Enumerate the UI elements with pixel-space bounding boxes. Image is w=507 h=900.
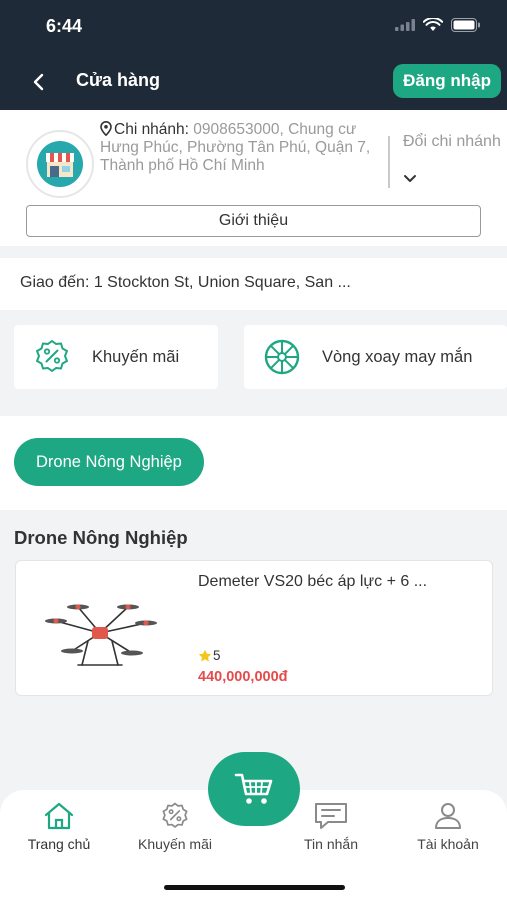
category-chip-drone[interactable]: Drone Nông Nghiệp xyxy=(14,438,204,486)
change-branch-button[interactable]: Đổi chi nhánh xyxy=(403,132,503,151)
rating-value: 5 xyxy=(213,648,221,663)
cart-button[interactable] xyxy=(208,752,300,826)
intro-button[interactable]: Giới thiệu xyxy=(26,205,481,237)
page-title: Cửa hàng xyxy=(76,70,161,90)
account-icon xyxy=(435,803,461,829)
product-card[interactable]: Demeter VS20 béc áp lực + 6 ... 5 440,00… xyxy=(15,560,493,696)
branch-info: Chi nhánh: 0908653000, Chung cư Hưng Phú… xyxy=(100,121,380,175)
cart-icon xyxy=(234,773,273,804)
promo-card-lucky-wheel[interactable]: Vòng xoay may mắn xyxy=(244,325,507,389)
product-image xyxy=(45,604,157,666)
home-icon xyxy=(44,802,74,830)
discount-badge-icon xyxy=(162,802,188,828)
battery-icon xyxy=(451,18,480,32)
branch-label: Chi nhánh: xyxy=(114,121,189,138)
status-bar: 6:44 xyxy=(0,0,507,54)
nav-label: Khuyến mãi xyxy=(138,836,212,852)
delivery-address: Giao đến: 1 Stockton St, Union Square, S… xyxy=(20,274,351,291)
branch-card: Chi nhánh: 0908653000, Chung cư Hưng Phú… xyxy=(0,110,507,246)
promo-card-discount[interactable]: Khuyến mãi xyxy=(14,325,218,389)
login-button[interactable]: Đăng nhập xyxy=(393,64,501,98)
product-rating: 5 xyxy=(198,648,221,663)
signal-icon xyxy=(395,19,415,31)
top-navigation-bar: Cửa hàng Đăng nhập xyxy=(0,54,507,110)
wifi-icon xyxy=(423,18,443,31)
location-pin-icon xyxy=(100,121,112,136)
nav-label: Tài khoản xyxy=(417,836,479,852)
delivery-address-bar[interactable]: Giao đến: 1 Stockton St, Union Square, S… xyxy=(0,258,507,310)
message-icon xyxy=(315,803,347,829)
category-tabs: Drone Nông Nghiệp xyxy=(0,416,507,510)
lucky-wheel-icon xyxy=(264,339,300,375)
nav-label: Trang chủ xyxy=(27,836,91,852)
divider xyxy=(388,136,390,188)
promo-label: Vòng xoay may mắn xyxy=(322,347,473,366)
nav-label: Tin nhắn xyxy=(304,836,358,852)
home-indicator xyxy=(164,885,345,890)
discount-badge-icon xyxy=(36,340,68,372)
back-button[interactable] xyxy=(26,69,52,95)
nav-item-home[interactable]: Trang chủ xyxy=(4,802,114,852)
storefront-icon xyxy=(46,153,74,177)
product-name: Demeter VS20 béc áp lực + 6 ... xyxy=(198,573,428,590)
status-icons xyxy=(395,18,481,32)
section-title: Drone Nông Nghiệp xyxy=(14,527,188,548)
product-price: 440,000,000đ xyxy=(198,669,288,685)
store-logo xyxy=(26,130,94,198)
chevron-left-icon xyxy=(33,73,44,91)
status-time: 6:44 xyxy=(46,16,83,36)
chevron-down-icon[interactable] xyxy=(403,174,417,184)
nav-item-account[interactable]: Tài khoản xyxy=(393,802,503,852)
promo-label: Khuyến mãi xyxy=(92,347,180,366)
star-icon xyxy=(198,649,212,661)
